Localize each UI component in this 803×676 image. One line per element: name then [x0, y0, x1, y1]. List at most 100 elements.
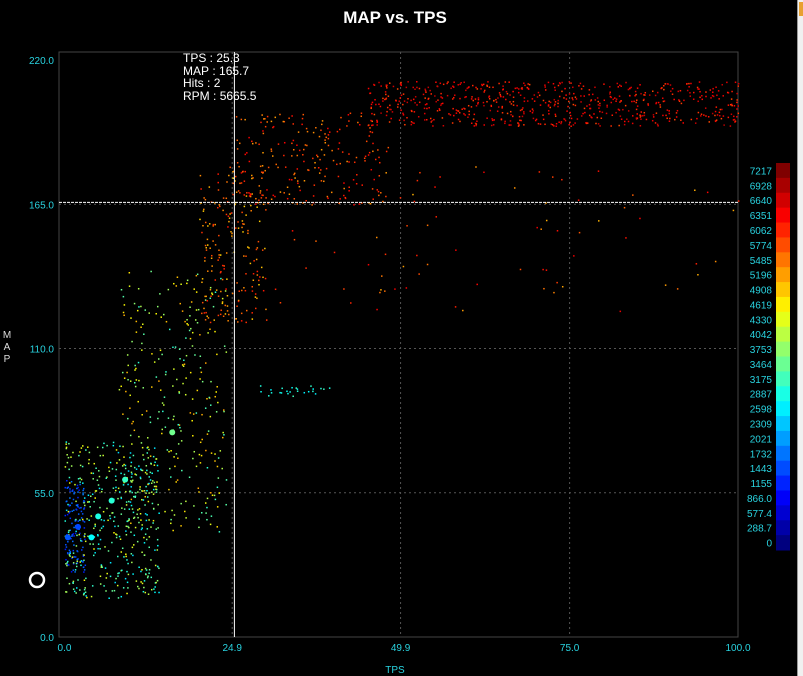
- data-point: [204, 221, 207, 224]
- data-point: [133, 429, 136, 432]
- data-point: [544, 89, 547, 91]
- data-point: [282, 120, 285, 123]
- data-point: [258, 279, 260, 282]
- data-point: [499, 94, 502, 96]
- data-point: [722, 115, 725, 117]
- colorbar-segment: [776, 207, 790, 224]
- data-point: [129, 501, 132, 503]
- data-point: [336, 130, 339, 133]
- scatter-plot[interactable]: 0.0 24.9 49.9 75.0 100.00.055.0110.0165.0220…: [0, 0, 803, 676]
- data-point: [151, 472, 153, 475]
- data-point: [134, 496, 137, 499]
- data-point: [133, 534, 136, 537]
- data-point: [246, 152, 248, 154]
- data-point: [240, 312, 243, 315]
- data-point: [96, 446, 99, 449]
- data-point: [168, 328, 171, 331]
- data-point: [75, 518, 77, 521]
- data-point: [145, 492, 147, 494]
- data-point: [475, 105, 478, 107]
- data-point: [598, 220, 600, 222]
- data-point: [374, 158, 377, 161]
- data-point: [298, 185, 301, 188]
- data-point: [117, 575, 119, 577]
- data-point: [88, 501, 91, 503]
- data-point: [372, 198, 374, 200]
- data-point: [105, 577, 108, 579]
- data-point: [173, 514, 176, 516]
- data-point: [72, 582, 74, 584]
- data-point: [118, 388, 121, 391]
- data-point: [643, 94, 645, 96]
- data-point: [137, 516, 139, 519]
- data-point: [200, 188, 202, 190]
- data-point: [127, 562, 129, 565]
- data-point: [522, 107, 524, 109]
- data-point: [102, 454, 104, 457]
- data-point: [288, 193, 291, 195]
- data-point: [150, 588, 153, 591]
- data-point: [588, 114, 591, 117]
- data-point: [257, 240, 260, 243]
- data-point: [337, 148, 340, 150]
- data-point: [382, 100, 384, 102]
- data-point: [311, 204, 313, 206]
- data-point: [147, 446, 149, 448]
- data-point: [79, 589, 81, 591]
- data-point: [83, 507, 86, 509]
- data-point: [697, 274, 699, 276]
- data-point: [348, 153, 350, 155]
- data-point: [260, 121, 262, 124]
- data-point: [94, 525, 96, 527]
- data-point: [245, 309, 248, 312]
- data-point: [216, 386, 218, 388]
- data-point: [628, 94, 631, 97]
- data-point: [565, 94, 567, 96]
- data-point: [221, 301, 224, 303]
- data-point: [372, 124, 374, 126]
- data-point: [146, 496, 149, 498]
- data-point: [549, 106, 552, 109]
- data-point: [201, 281, 203, 284]
- data-point: [442, 125, 445, 127]
- data-point: [555, 123, 558, 125]
- data-point: [470, 98, 473, 100]
- data-point: [634, 90, 637, 93]
- data-point: [400, 109, 402, 111]
- data-point: [410, 99, 412, 102]
- data-point: [259, 192, 262, 194]
- data-point: [264, 247, 266, 250]
- data-point: [328, 387, 331, 389]
- data-point: [620, 118, 623, 120]
- data-point: [429, 117, 432, 120]
- data-point: [686, 82, 688, 85]
- data-point: [542, 268, 544, 271]
- data-point: [82, 482, 84, 484]
- data-point: [399, 97, 401, 99]
- data-point: [388, 121, 391, 123]
- data-point: [228, 174, 230, 177]
- data-point: [312, 195, 315, 197]
- data-point: [250, 204, 252, 207]
- data-point: [75, 500, 77, 503]
- data-point: [659, 106, 662, 108]
- data-point: [217, 259, 219, 261]
- data-point: [610, 125, 612, 127]
- data-point: [158, 411, 160, 413]
- data-point: [524, 84, 526, 87]
- data-point: [107, 519, 109, 522]
- data-point: [201, 301, 204, 304]
- data-point: [189, 306, 191, 309]
- data-point: [134, 526, 137, 529]
- data-point: [135, 468, 138, 470]
- data-point: [166, 449, 169, 451]
- data-point: [219, 205, 221, 208]
- data-point: [368, 124, 370, 126]
- y-tick-label: 165.0: [29, 200, 54, 211]
- data-point: [336, 163, 338, 166]
- data-point: [172, 385, 174, 387]
- data-point: [418, 101, 421, 104]
- data-point: [119, 445, 121, 447]
- colorbar-label: 7217: [750, 166, 773, 177]
- colorbar-label: 3753: [750, 345, 773, 356]
